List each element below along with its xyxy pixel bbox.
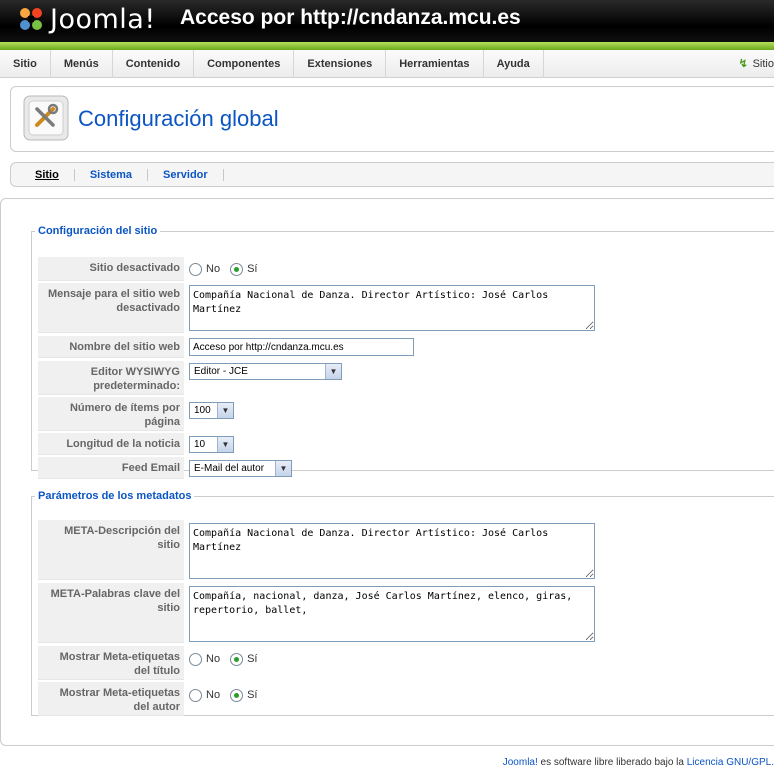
meta-desc-label: META-Descripción del sitio [38, 520, 184, 580]
offline-yes-radio[interactable] [230, 262, 244, 276]
meta-keywords-wrap: Compañía, nacional, danza, José Carlos M… [189, 586, 595, 645]
menu-sitio[interactable]: Sitio [0, 50, 51, 78]
footer-joomla-link[interactable]: Joomla! [503, 757, 538, 768]
chevron-down-icon: ▼ [325, 364, 341, 379]
editor-select-value: Editor - JCE [194, 366, 248, 377]
meta-desc-wrap: Compañía Nacional de Danza. Director Art… [189, 523, 595, 582]
feed-limit-select[interactable]: 10 ▼ [189, 436, 234, 453]
feed-email-row: Feed Email E-Mail del autor ▼ [38, 457, 774, 479]
feed-email-label: Feed Email [38, 457, 184, 479]
offline-message-wrap: Compañía Nacional de Danza. Director Art… [189, 285, 595, 334]
meta-keywords-label: META-Palabras clave del sitio [38, 583, 184, 643]
show-author-options: No Sí [189, 682, 267, 708]
site-config-legend: Configuración del sitio [38, 225, 158, 237]
tools-icon [23, 95, 69, 141]
feed-limit-wrap: 10 ▼ [189, 436, 234, 453]
editor-select[interactable]: Editor - JCE ▼ [189, 363, 342, 380]
chevron-down-icon: ▼ [217, 403, 233, 418]
show-title-row: Mostrar Meta-etiquetas del título No Sí [38, 646, 774, 680]
list-limit-value: 100 [194, 405, 211, 416]
offline-message-label: Mensaje para el sitio web desactivado [38, 283, 184, 333]
offline-label: Sitio desactivado [38, 257, 184, 281]
preview-icon: ↯ [738, 58, 748, 70]
show-author-yes-label: Sí [247, 689, 258, 701]
show-title-yes-label: Sí [247, 653, 258, 665]
tab-servidor[interactable]: Servidor [148, 168, 224, 181]
list-limit-wrap: 100 ▼ [189, 402, 234, 419]
feed-limit-value: 10 [194, 439, 206, 450]
menu-extensiones[interactable]: Extensiones [294, 50, 387, 78]
main-menu-bar: Sitio Menús Contenido Componentes Extens… [0, 50, 774, 78]
chevron-down-icon: ▼ [217, 437, 233, 452]
chevron-down-icon: ▼ [275, 461, 291, 476]
preview-site-link[interactable]: ↯ Sitio [739, 50, 774, 78]
footer-text: es software libre liberado bajo la [537, 757, 687, 768]
meta-keywords-textarea[interactable]: Compañía, nacional, danza, José Carlos M… [189, 586, 595, 642]
meta-keywords-row: META-Palabras clave del sitio Compañía, … [38, 583, 774, 643]
menu-menus[interactable]: Menús [51, 50, 113, 78]
offline-no-radio[interactable] [189, 262, 202, 276]
footer-license-link[interactable]: Licencia GNU/GPL. [687, 757, 774, 768]
editor-label: Editor WYSIWYG predeterminado: [38, 361, 184, 395]
show-title-options: No Sí [189, 646, 267, 672]
show-title-yes-radio[interactable] [230, 652, 244, 666]
menu-ayuda[interactable]: Ayuda [484, 50, 544, 78]
show-title-no-label: No [206, 653, 221, 665]
show-author-yes-radio[interactable] [230, 688, 244, 702]
footer: Joomla! es software libre liberado bajo … [503, 757, 774, 768]
tab-sitio[interactable]: Sitio [23, 168, 75, 181]
show-title-no-radio[interactable] [189, 652, 202, 666]
feed-email-value: E-Mail del autor [194, 463, 265, 474]
site-name-wrap [189, 338, 414, 356]
show-author-label: Mostrar Meta-etiquetas del autor [38, 682, 184, 716]
editor-wrap: Editor - JCE ▼ [189, 363, 342, 380]
feed-limit-label: Longitud de la noticia [38, 433, 184, 455]
page-title: Configuración global [78, 106, 279, 131]
show-title-label: Mostrar Meta-etiquetas del título [38, 646, 184, 680]
offline-message-textarea[interactable]: Compañía Nacional de Danza. Director Art… [189, 285, 595, 331]
feed-email-wrap: E-Mail del autor ▼ [189, 460, 292, 477]
logo-text: Joomla! [50, 3, 156, 35]
meta-desc-textarea[interactable]: Compañía Nacional de Danza. Director Art… [189, 523, 595, 579]
offline-options: No Sí [189, 257, 267, 281]
joomla-logo-icon [20, 8, 42, 30]
list-limit-row: Número de ítems por página 100 ▼ [38, 397, 774, 431]
feed-email-select[interactable]: E-Mail del autor ▼ [189, 460, 292, 477]
menu-contenido[interactable]: Contenido [113, 50, 195, 78]
metadata-fieldset: Parámetros de los metadatos META-Descrip… [31, 490, 774, 716]
site-title: Acceso por http://cndanza.mcu.es [180, 6, 521, 29]
tabs-bar: Sitio Sistema Servidor [10, 162, 774, 187]
feed-limit-row: Longitud de la noticia 10 ▼ [38, 433, 774, 455]
show-author-no-radio[interactable] [189, 688, 202, 702]
offline-message-row: Mensaje para el sitio web desactivado Co… [38, 283, 774, 333]
editor-row: Editor WYSIWYG predeterminado: Editor - … [38, 361, 774, 395]
toolbar-box: Configuración global [10, 86, 774, 152]
site-name-row: Nombre del sitio web [38, 336, 774, 358]
site-name-input[interactable] [189, 338, 414, 356]
meta-desc-row: META-Descripción del sitio Compañía Naci… [38, 520, 774, 580]
site-name-label: Nombre del sitio web [38, 336, 184, 358]
header-accent-bar [0, 42, 774, 50]
list-limit-label: Número de ítems por página [38, 397, 184, 431]
menu-herramientas[interactable]: Herramientas [386, 50, 484, 78]
offline-yes-label: Sí [247, 263, 258, 275]
menu-componentes[interactable]: Componentes [194, 50, 295, 78]
main-content: Configuración del sitio Sitio desactivad… [0, 198, 774, 746]
site-config-fieldset: Configuración del sitio Sitio desactivad… [31, 225, 774, 479]
offline-row: Sitio desactivado No Sí [38, 257, 774, 281]
offline-no-label: No [206, 263, 221, 275]
list-limit-select[interactable]: 100 ▼ [189, 402, 234, 419]
show-author-row: Mostrar Meta-etiquetas del autor No Sí [38, 682, 774, 716]
preview-site-label: Sitio [752, 58, 774, 70]
show-author-no-label: No [206, 689, 221, 701]
joomla-logo: Joomla! [16, 3, 156, 35]
metadata-legend: Parámetros de los metadatos [38, 490, 192, 502]
tab-sistema[interactable]: Sistema [75, 168, 149, 181]
